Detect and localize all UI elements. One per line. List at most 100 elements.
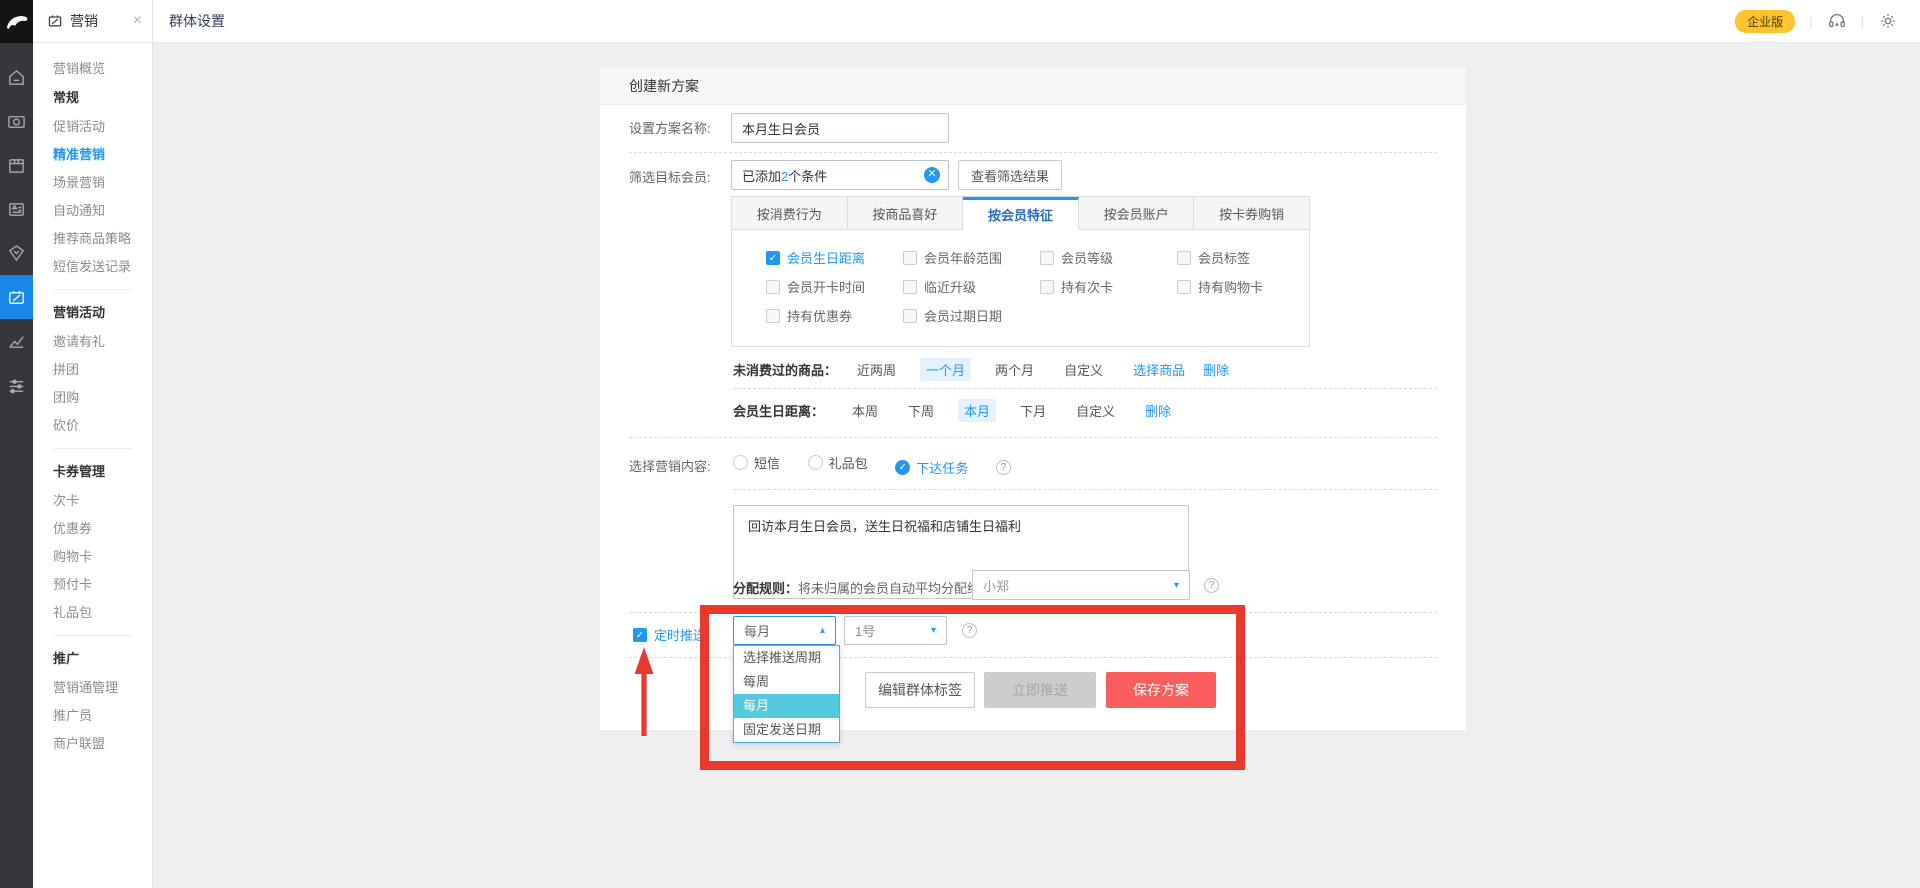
sidebar-module-title: 营销 [70, 11, 133, 31]
sidebar-item-product-recommendation[interactable]: 推荐商品策略 [53, 225, 152, 253]
caret-down-icon: ▾ [931, 625, 936, 636]
divider: | [1809, 14, 1812, 29]
tab-product-preference[interactable]: 按商品喜好 [848, 197, 964, 230]
close-icon[interactable]: × [133, 12, 142, 30]
sidebar-item-sms-records[interactable]: 短信发送记录 [53, 253, 152, 281]
menu-item-weekly[interactable]: 每周 [734, 670, 839, 694]
edit-group-tags-button[interactable]: 编辑群体标签 [865, 672, 975, 708]
push-day-select[interactable]: 1号 ▾ [844, 616, 947, 645]
sidebar-item-bargain[interactable]: 砍价 [53, 412, 152, 440]
menu-item-choose-period[interactable]: 选择推送周期 [734, 646, 839, 670]
menu-item-monthly[interactable]: 每月 [734, 694, 839, 718]
tab-card-coupon-sales[interactable]: 按卡券购销 [1194, 197, 1309, 230]
checkbox-icon [1177, 280, 1191, 294]
checkbox-icon [1040, 251, 1054, 265]
sidebar-item-precision-marketing[interactable]: 精准营销 [53, 141, 152, 169]
sidebar-item-scenario-marketing[interactable]: 场景营销 [53, 169, 152, 197]
home-icon[interactable] [0, 55, 33, 99]
sidebar-item-marketing-overview[interactable]: 营销概览 [53, 55, 152, 83]
create-plan-card: 创建新方案 设置方案名称: 筛选目标会员: 已添加2个条件 ✕ 查看筛选结果 按… [600, 67, 1466, 730]
checkbox-member-expiry[interactable]: 会员过期日期 [903, 307, 1040, 324]
sidebar-item-merchant-alliance[interactable]: 商户联盟 [53, 730, 152, 758]
headset-icon[interactable] [1827, 11, 1847, 31]
option-recent-two-weeks[interactable]: 近两周 [851, 358, 902, 381]
sidebar-item-prepaid-card[interactable]: 预付卡 [53, 571, 152, 599]
option-custom[interactable]: 自定义 [1058, 358, 1109, 381]
radio-sms[interactable]: 短信 [733, 453, 780, 472]
money-icon[interactable] [0, 99, 33, 143]
tab-member-account[interactable]: 按会员账户 [1079, 197, 1195, 230]
checkbox-member-level[interactable]: 会员等级 [1040, 249, 1177, 266]
radio-gift-package[interactable]: 礼品包 [808, 453, 868, 472]
birthday-distance-label: 会员生日距离： [733, 401, 824, 420]
sidebar-item-promotion-activities[interactable]: 促销活动 [53, 113, 152, 141]
option-custom[interactable]: 自定义 [1070, 399, 1121, 422]
view-filter-results-button[interactable]: 查看筛选结果 [958, 160, 1062, 190]
save-plan-button[interactable]: 保存方案 [1106, 672, 1216, 708]
coupon-tag-icon[interactable] [0, 231, 33, 275]
analytics-icon[interactable] [0, 319, 33, 363]
orders-icon[interactable] [0, 143, 33, 187]
sidebar-item-punch-card[interactable]: 次卡 [53, 487, 152, 515]
sidebar-item-coupons[interactable]: 优惠券 [53, 515, 152, 543]
push-now-button[interactable]: 立即推送 [984, 672, 1096, 708]
question-mark-icon[interactable]: ? [962, 623, 977, 638]
sidebar-item-auto-notifications[interactable]: 自动通知 [53, 197, 152, 225]
option-one-month[interactable]: 一个月 [920, 358, 971, 381]
sidebar-item-shopping-card[interactable]: 购物卡 [53, 543, 152, 571]
question-mark-icon[interactable]: ? [996, 460, 1011, 475]
sidebar-item-invite-rewards[interactable]: 邀请有礼 [53, 328, 152, 356]
caret-down-icon: ▾ [1174, 580, 1179, 591]
sidebar-item-gift-package[interactable]: 礼品包 [53, 599, 152, 627]
checkbox-has-punch-card[interactable]: 持有次卡 [1040, 278, 1177, 295]
delete-link[interactable]: 删除 [1145, 401, 1171, 420]
plan-name-input[interactable] [731, 113, 949, 143]
checkbox-card-open-time[interactable]: 会员开卡时间 [766, 278, 903, 295]
divider: | [1861, 14, 1864, 29]
member-card-icon[interactable] [0, 187, 33, 231]
sidebar-item-group-buying[interactable]: 拼团 [53, 356, 152, 384]
filter-conditions-box[interactable]: 已添加2个条件 ✕ [731, 160, 949, 190]
option-this-week[interactable]: 本周 [846, 399, 884, 422]
clear-filter-icon[interactable]: ✕ [924, 167, 940, 183]
checkbox-near-upgrade[interactable]: 临近升级 [903, 278, 1040, 295]
menu-item-fixed-date[interactable]: 固定发送日期 [734, 718, 839, 742]
checkbox-scheduled-push[interactable]: ✓ 定时推送 [633, 626, 706, 643]
divider [629, 612, 1437, 613]
option-next-week[interactable]: 下周 [902, 399, 940, 422]
rabbit-logo-icon [4, 11, 30, 33]
checkbox-age-range[interactable]: 会员年龄范围 [903, 249, 1040, 266]
app-logo[interactable] [0, 0, 33, 43]
checkbox-birthday-distance[interactable]: ✓会员生日距离 [766, 249, 903, 266]
birthday-distance-row: 会员生日距离： 本周 下周 本月 下月 自定义 删除 [733, 399, 1189, 421]
select-goods-link[interactable]: 选择商品 [1133, 360, 1185, 379]
radio-icon [808, 455, 823, 470]
settings-sliders-icon[interactable] [0, 363, 33, 407]
assign-rule-label: 分配规则： [733, 581, 798, 596]
option-this-month[interactable]: 本月 [958, 399, 996, 422]
member-feature-checkboxes: ✓会员生日距离 会员年龄范围 会员等级 会员标签 会员开卡时间 临近升级 持有次… [766, 249, 1314, 324]
question-mark-icon[interactable]: ? [1204, 578, 1219, 593]
tab-consumption-behavior[interactable]: 按消费行为 [732, 197, 848, 230]
gear-icon[interactable] [1878, 11, 1898, 31]
option-next-month[interactable]: 下月 [1014, 399, 1052, 422]
checkbox-has-coupon[interactable]: 持有优惠券 [766, 307, 903, 324]
sidebar-item-marketing-pass[interactable]: 营销通管理 [53, 674, 152, 702]
sidebar-divider [53, 289, 132, 290]
delete-link[interactable]: 删除 [1203, 360, 1229, 379]
assignee-select[interactable]: 小郑 ▾ [972, 570, 1190, 600]
radio-assign-task[interactable]: ✓下达任务 [895, 458, 968, 477]
sidebar-divider [53, 448, 132, 449]
marketing-icon[interactable] [0, 275, 33, 319]
sidebar-item-promoters[interactable]: 推广员 [53, 702, 152, 730]
checkbox-member-tag[interactable]: 会员标签 [1177, 249, 1314, 266]
tab-member-features[interactable]: 按会员特征 [963, 197, 1079, 230]
push-period-select[interactable]: 每月 ▴ [733, 616, 836, 645]
checkbox-icon [903, 309, 917, 323]
page-title[interactable]: 群体设置 [169, 11, 225, 31]
checkbox-has-shopping-card[interactable]: 持有购物卡 [1177, 278, 1314, 295]
option-two-months[interactable]: 两个月 [989, 358, 1040, 381]
divider [629, 437, 1437, 438]
sidebar-item-group-purchase[interactable]: 团购 [53, 384, 152, 412]
enterprise-badge[interactable]: 企业版 [1735, 10, 1795, 33]
